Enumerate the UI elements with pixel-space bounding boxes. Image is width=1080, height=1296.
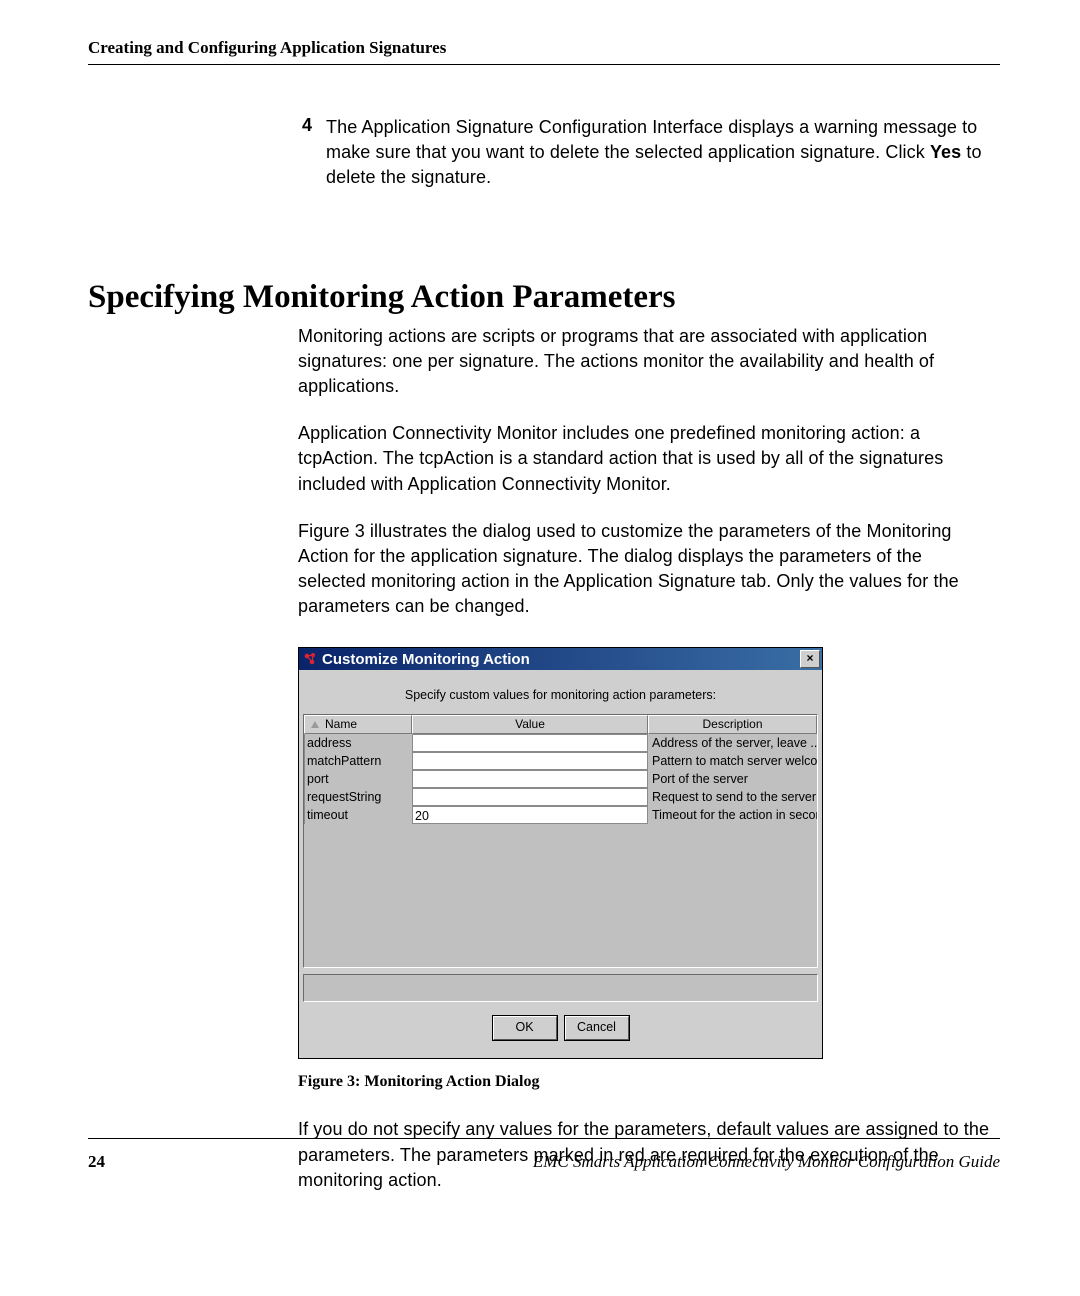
table-row: timeout 20 Timeout for the action in sec… [304, 806, 817, 824]
cell-name: timeout [304, 806, 412, 824]
app-icon [303, 652, 317, 666]
dialog-window: Customize Monitoring Action × Specify cu… [298, 647, 823, 1059]
para-1: Monitoring actions are scripts or progra… [298, 324, 992, 400]
sort-asc-icon [311, 721, 319, 728]
step-text: The Application Signature Configuration … [326, 115, 984, 191]
cell-name: address [304, 734, 412, 752]
running-header: Creating and Configuring Application Sig… [88, 38, 1000, 64]
table-row: requestString Request to send to the ser… [304, 788, 817, 806]
section-heading: Specifying Monitoring Action Parameters [88, 279, 1000, 316]
cell-name: requestString [304, 788, 412, 806]
cell-desc: Timeout for the action in secon... [648, 806, 817, 824]
table-header: Name Value Description [304, 715, 817, 734]
cell-desc: Request to send to the server [648, 788, 817, 806]
param-table: Name Value Description address Address o… [303, 714, 818, 968]
dialog-title: Customize Monitoring Action [322, 651, 800, 668]
col-name-label: Name [325, 717, 357, 731]
cell-desc: Pattern to match server welco... [648, 752, 817, 770]
close-button[interactable]: × [800, 650, 820, 668]
page-number: 24 [88, 1152, 105, 1172]
ok-button[interactable]: OK [493, 1016, 557, 1040]
dialog-buttons: OK Cancel [303, 1002, 818, 1054]
cell-desc: Port of the server [648, 770, 817, 788]
cell-value[interactable] [412, 788, 648, 806]
step-4: 4 The Application Signature Configuratio… [294, 115, 984, 191]
col-name[interactable]: Name [304, 715, 412, 734]
cell-name: port [304, 770, 412, 788]
cancel-button[interactable]: Cancel [565, 1016, 629, 1040]
step-text-a: The Application Signature Configuration … [326, 117, 977, 162]
yes-literal: Yes [930, 142, 961, 162]
table-body: address Address of the server, leave ...… [304, 734, 817, 824]
col-value[interactable]: Value [412, 715, 648, 734]
footer-rule [88, 1138, 1000, 1139]
para-2: Application Connectivity Monitor include… [298, 421, 992, 497]
cell-value[interactable] [412, 770, 648, 788]
cell-value[interactable]: 20 [412, 806, 648, 824]
table-row: port Port of the server [304, 770, 817, 788]
status-panel [303, 974, 818, 1002]
dialog-titlebar: Customize Monitoring Action × [299, 648, 822, 670]
col-description[interactable]: Description [648, 715, 817, 734]
table-row: address Address of the server, leave ... [304, 734, 817, 752]
step-number: 4 [294, 115, 312, 136]
header-rule [88, 64, 1000, 65]
figure-caption: Figure 3: Monitoring Action Dialog [298, 1073, 1000, 1091]
para-3: Figure 3 illustrates the dialog used to … [298, 519, 992, 620]
figure-dialog: Customize Monitoring Action × Specify cu… [298, 647, 823, 1059]
cell-value[interactable] [412, 752, 648, 770]
cell-name: matchPattern [304, 752, 412, 770]
cell-desc: Address of the server, leave ... [648, 734, 817, 752]
table-row: matchPattern Pattern to match server wel… [304, 752, 817, 770]
dialog-instruction: Specify custom values for monitoring act… [303, 674, 818, 714]
footer-title: EMC Smarts Application Connectivity Moni… [533, 1152, 1000, 1172]
cell-value[interactable] [412, 734, 648, 752]
